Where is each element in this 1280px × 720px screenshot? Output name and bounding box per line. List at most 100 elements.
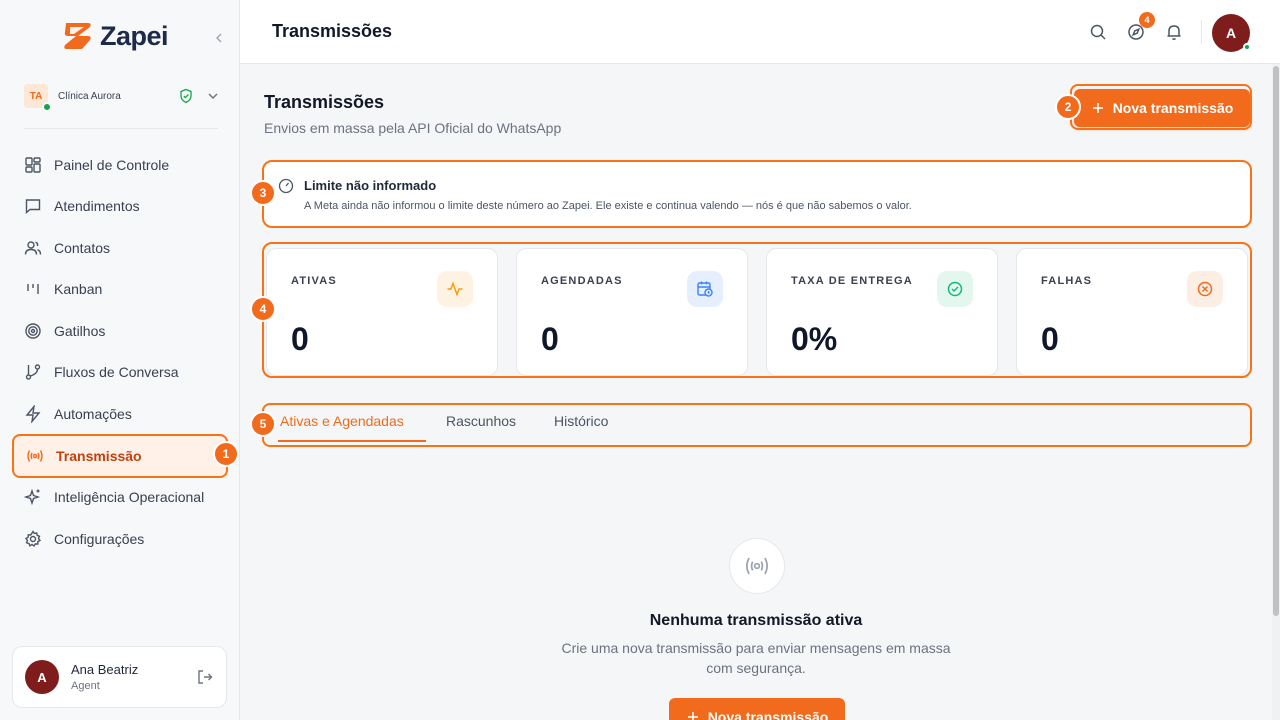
plus-icon [1092,103,1103,113]
sidebar-item-label: Gatilhos [54,322,106,339]
sidebar-item-label: Transmissão [56,447,142,464]
stat-value: 0 [291,321,309,357]
empty-state-title: Nenhuma transmissão ativa [649,612,863,629]
gear-icon [24,529,42,548]
step-marker-1: 1 [213,441,239,467]
git-branch-icon [24,363,42,381]
stat-value: 0 [541,321,559,357]
active-tab-indicator [278,440,426,442]
stat-label: FALHAS [1041,275,1093,287]
lightning-icon [24,404,42,423]
zapei-logo-icon [64,23,91,49]
main-content: Transmissões Envios em massa pela API Of… [240,64,1272,720]
broadcast-icon [729,538,785,594]
bell-icon[interactable] [1164,22,1184,42]
sidebar-item-transmissao[interactable]: Transmissão [12,433,228,478]
step-marker-2: 2 [1055,94,1081,120]
tab-rascunhos[interactable]: Rascunhos [446,413,516,429]
sidebar-item-contatos[interactable]: Contatos [12,227,228,269]
sidebar-item-label: Painel de Controle [54,156,170,173]
sparkles-icon [24,488,42,506]
broadcast-icon [26,447,44,465]
plus-icon [687,712,698,720]
chevron-left-icon [216,33,222,43]
stat-card-taxa-de-entrega: TAXA DE ENTREGA 0% [766,248,998,376]
tab-ativas-e-agendadas[interactable]: Ativas e Agendadas [280,413,404,429]
chevron-down-icon [208,93,218,99]
stat-card-falhas: FALHAS 0 [1016,248,1248,376]
gauge-icon [278,178,294,194]
brand-logo[interactable]: Zapei [62,20,169,52]
sidebar-item-label: Automações [54,405,132,422]
check-circle-icon [937,271,973,307]
empty-state-description: Crie uma nova transmissão para enviar me… [561,640,951,676]
step-marker-3: 3 [250,180,276,206]
sidebar-item-label: Inteligência Operacional [54,489,205,506]
user-role: Agent [71,680,100,692]
sidebar-item-automacoes[interactable]: Automações [12,393,228,435]
page-title: Transmissões [264,92,385,112]
limit-notice: Limite não informado A Meta ainda não in… [262,160,1252,228]
step-marker-4: 4 [250,296,276,322]
empty-new-broadcast-label: Nova transmissão [707,709,829,720]
shield-check-icon [180,88,192,104]
sidebar-item-label: Kanban [54,281,103,298]
user-card: A Ana Beatriz Agent [12,646,227,708]
sidebar-item-fluxos-de-conversa[interactable]: Fluxos de Conversa [12,352,228,394]
stat-card-ativas: ATIVAS 0 [266,248,498,376]
step-marker-5: 5 [250,411,276,437]
new-broadcast-button[interactable]: Nova transmissão [1074,89,1250,127]
tab-historico[interactable]: Histórico [554,413,608,429]
activity-icon [437,271,473,307]
sidebar-divider [24,128,218,129]
sidebar-nav: Painel de Controle Atendimentos Contatos… [12,144,228,560]
avatar: A [25,660,59,694]
empty-new-broadcast-button[interactable]: Nova transmissão [669,698,845,720]
top-bar: Transmissões 4 A [240,0,1280,64]
limit-description: A Meta ainda não informou o limite deste… [304,200,912,212]
online-status-dot [1243,43,1251,51]
chat-icon [24,197,42,215]
stat-value: 0 [1041,321,1059,357]
brand-name: Zapei [100,20,169,51]
page-header-title: Transmissões [272,21,393,41]
tabs-bar: Ativas e Agendadas Rascunhos Histórico [262,403,1252,447]
x-circle-icon [1187,271,1223,307]
online-status-dot [42,102,52,112]
sidebar-item-label: Atendimentos [54,198,140,215]
scrollbar-thumb[interactable] [1273,66,1279,616]
stat-label: ATIVAS [291,275,337,287]
workspace-name: Clínica Aurora [58,90,121,102]
sidebar-item-inteligencia-operacional[interactable]: Inteligência Operacional [12,477,228,519]
sidebar-item-label: Configurações [54,530,145,547]
user-name: Ana Beatriz [71,662,139,677]
avatar[interactable]: A [1212,14,1251,52]
sidebar-item-label: Fluxos de Conversa [54,364,179,381]
dashboard-icon [24,156,42,174]
sidebar-item-gatilhos[interactable]: Gatilhos [12,310,228,352]
header-divider [1201,20,1202,44]
avatar-initial: A [1225,25,1237,41]
stat-label: AGENDADAS [541,275,623,287]
sidebar-item-kanban[interactable]: Kanban [12,269,228,311]
stat-value: 0% [791,321,838,357]
notification-count-badge: 4 [1139,12,1155,28]
sidebar-item-configuracoes[interactable]: Configurações [12,518,228,560]
logout-icon[interactable] [196,668,214,686]
calendar-clock-icon [687,271,723,307]
workspace-initials: TA [29,90,43,102]
workspace-switcher[interactable]: TA Clínica Aurora [24,82,220,112]
sidebar-item-atendimentos[interactable]: Atendimentos [12,186,228,228]
limit-title: Limite não informado [304,178,437,193]
sidebar-item-painel-de-controle[interactable]: Painel de Controle [12,144,228,186]
kanban-icon [24,280,42,298]
workspace-avatar: TA [24,84,52,112]
new-broadcast-label: Nova transmissão [1112,100,1234,116]
target-icon [24,322,42,340]
stat-card-agendadas: AGENDADAS 0 [516,248,748,376]
sidebar: Zapei TA Clínica Aurora Painel de Contro… [0,0,240,720]
stats-row: ATIVAS 0 AGENDADAS 0 TAXA DE ENTREGA 0% … [262,242,1252,378]
search-icon[interactable] [1088,22,1108,42]
collapse-sidebar-button[interactable] [211,30,227,46]
page-subtitle: Envios em massa pela API Oficial do What… [264,120,562,136]
